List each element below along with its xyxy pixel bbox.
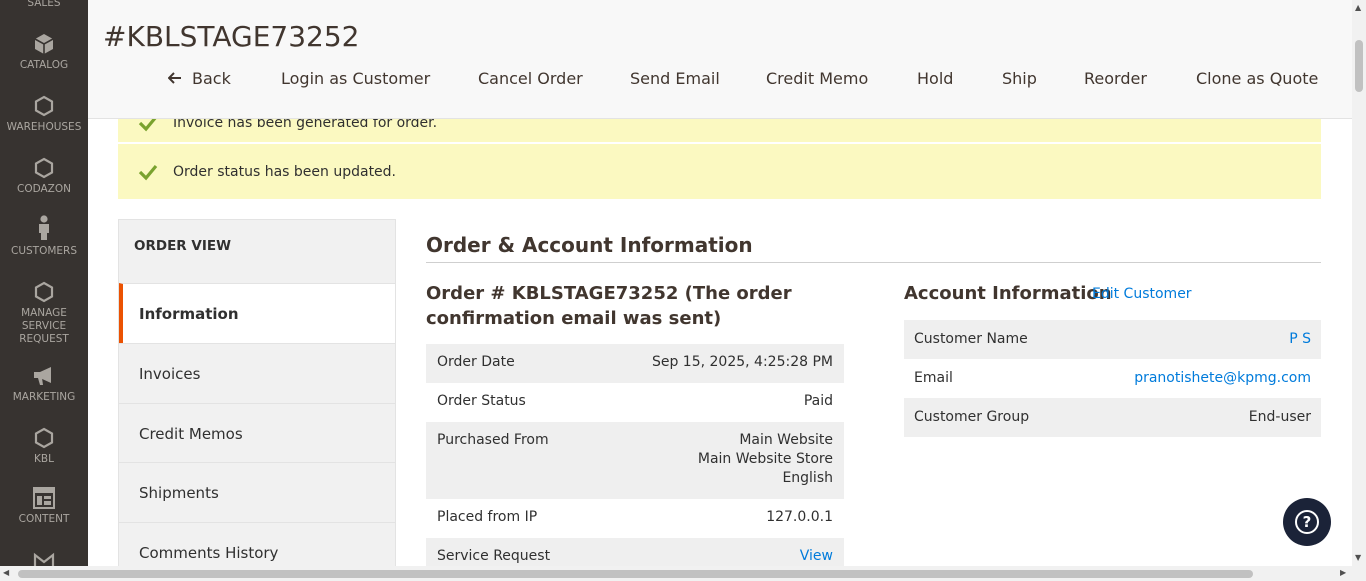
menu-item-label: CATALOG (19, 59, 69, 71)
menu-item-label: CUSTOMERS (10, 245, 77, 257)
service-request-view-link[interactable]: View (800, 547, 833, 566)
scroll-right-arrow-icon[interactable]: ▶ (1340, 568, 1346, 577)
row-key: Service Request (437, 548, 551, 564)
table-row: Customer Group End-user (904, 398, 1321, 437)
order-status-value: Paid (803, 393, 833, 409)
customer-email-link[interactable]: pranotishete@kpmg.com (1134, 369, 1311, 388)
order-view-title: ORDER VIEW (134, 238, 231, 254)
row-key: Email (914, 370, 953, 386)
menu-item-label: MARKETING (12, 391, 76, 403)
menu-item-manage-service-request[interactable]: MANAGE SERVICE REQUEST (0, 281, 88, 346)
section-divider (426, 262, 1321, 263)
placed-from-ip-value: 127.0.0.1 (766, 509, 833, 525)
checkmark-icon (138, 163, 158, 185)
message-text: Order status has been updated. (173, 163, 397, 180)
menu-item-label: CODAZON (17, 183, 71, 195)
table-row: Order Date Sep 15, 2025, 4:25:28 PM (426, 344, 844, 383)
scroll-left-arrow-icon[interactable]: ◀ (3, 568, 9, 577)
tab-label: Comments History (139, 543, 279, 562)
menu-item-label: WAREHOUSES (6, 121, 82, 133)
menu-item-label: SALES (27, 0, 61, 9)
vertical-scrollbar-thumb[interactable] (1355, 40, 1363, 92)
person-icon (0, 215, 88, 241)
row-key: Customer Group (914, 409, 1030, 425)
vertical-scrollbar[interactable]: ▲ ▼ (1352, 0, 1366, 566)
table-row: Purchased From Main Website Main Website… (426, 422, 844, 499)
tab-label: Shipments (139, 483, 219, 502)
purchased-from-value: Main Website Main Website Store English (698, 431, 833, 488)
question-mark-icon: ? (1295, 510, 1319, 534)
hexagon-icon (0, 157, 88, 179)
hexagon-icon (0, 281, 88, 303)
message-status-updated: Order status has been updated. (118, 144, 1321, 199)
admin-sidebar: SALES CATALOG WAREHOUSES CODAZON CUSTOME… (0, 0, 88, 566)
customer-name-link[interactable]: P S (1289, 330, 1311, 349)
row-key: Order Status (437, 393, 526, 409)
menu-item-marketing[interactable]: MARKETING (0, 365, 88, 404)
content-layout-icon (0, 487, 88, 509)
reorder-button[interactable]: Reorder (1084, 68, 1147, 90)
hold-button[interactable]: Hold (917, 68, 953, 90)
clone-as-quote-button[interactable]: Clone as Quote (1196, 68, 1318, 90)
menu-item-sales[interactable]: SALES (0, 0, 88, 10)
tab-comments-history[interactable]: Comments History (119, 522, 395, 566)
menu-item-stores[interactable] (0, 552, 88, 566)
menu-item-customers[interactable]: CUSTOMERS (0, 215, 88, 258)
help-button[interactable]: ? (1283, 498, 1331, 546)
tab-invoices[interactable]: Invoices (119, 343, 395, 403)
row-key: Customer Name (914, 331, 1028, 347)
envelope-icon (0, 552, 88, 566)
edit-customer-link[interactable]: Edit Customer (1092, 285, 1192, 303)
menu-item-label: CONTENT (18, 513, 70, 525)
section-title: Order & Account Information (426, 233, 753, 257)
back-button-label: Back (192, 69, 231, 88)
horizontal-scrollbar[interactable]: ◀ ▶ (0, 566, 1366, 581)
website-line: Main Website (739, 432, 833, 448)
back-button[interactable]: Back (167, 68, 231, 90)
row-key: Purchased From (437, 432, 549, 448)
tab-shipments[interactable]: Shipments (119, 462, 395, 522)
table-row: Order Status Paid (426, 383, 844, 422)
login-as-customer-button[interactable]: Login as Customer (281, 68, 430, 90)
account-information-title: Account Information (904, 283, 1112, 304)
menu-item-catalog[interactable]: CATALOG (0, 33, 88, 72)
order-title: Order # KBLSTAGE73252 (The order confirm… (426, 283, 792, 329)
catalog-cube-icon (0, 33, 88, 55)
hexagon-icon (0, 95, 88, 117)
arrow-left-icon (167, 68, 182, 90)
hexagon-icon (0, 427, 88, 449)
order-date-value: Sep 15, 2025, 4:25:28 PM (651, 354, 833, 370)
tab-label: Invoices (139, 364, 201, 383)
menu-item-label: KBL (34, 453, 54, 465)
scroll-up-arrow-icon[interactable]: ▲ (1355, 3, 1361, 12)
store-line: Main Website Store (697, 451, 833, 467)
menu-item-label: MANAGE SERVICE REQUEST (19, 307, 69, 345)
cancel-order-button[interactable]: Cancel Order (478, 68, 583, 90)
page-title: #KBLSTAGE73252 (103, 20, 360, 53)
table-row: Email pranotishete@kpmg.com (904, 359, 1321, 398)
order-actions-toolbar: Back Login as Customer Cancel Order Send… (88, 68, 1352, 92)
store-view-line: English (782, 470, 833, 486)
menu-item-kbl[interactable]: KBL (0, 427, 88, 466)
table-row: Customer Name P S (904, 320, 1321, 359)
ship-button[interactable]: Ship (1002, 68, 1037, 90)
page-header: #KBLSTAGE73252 Back Login as Customer Ca… (88, 0, 1352, 119)
row-key: Order Date (437, 354, 515, 370)
tab-credit-memos[interactable]: Credit Memos (119, 403, 395, 463)
menu-item-codazon[interactable]: CODAZON (0, 157, 88, 196)
tab-label: Information (139, 304, 239, 323)
horizontal-scrollbar-thumb[interactable] (18, 570, 1253, 578)
credit-memo-button[interactable]: Credit Memo (766, 68, 868, 90)
tab-information[interactable]: Information (119, 283, 395, 343)
tab-label: Credit Memos (139, 424, 243, 443)
menu-item-content[interactable]: CONTENT (0, 487, 88, 526)
menu-item-warehouses[interactable]: WAREHOUSES (0, 95, 88, 134)
order-view-tabs: ORDER VIEW Information Invoices Credit M… (118, 219, 396, 566)
row-key: Placed from IP (437, 509, 538, 525)
scroll-down-arrow-icon[interactable]: ▼ (1355, 553, 1361, 562)
customer-group-value: End-user (1248, 409, 1311, 425)
megaphone-icon (0, 365, 88, 387)
send-email-button[interactable]: Send Email (630, 68, 720, 90)
table-row: Placed from IP 127.0.0.1 (426, 499, 844, 538)
